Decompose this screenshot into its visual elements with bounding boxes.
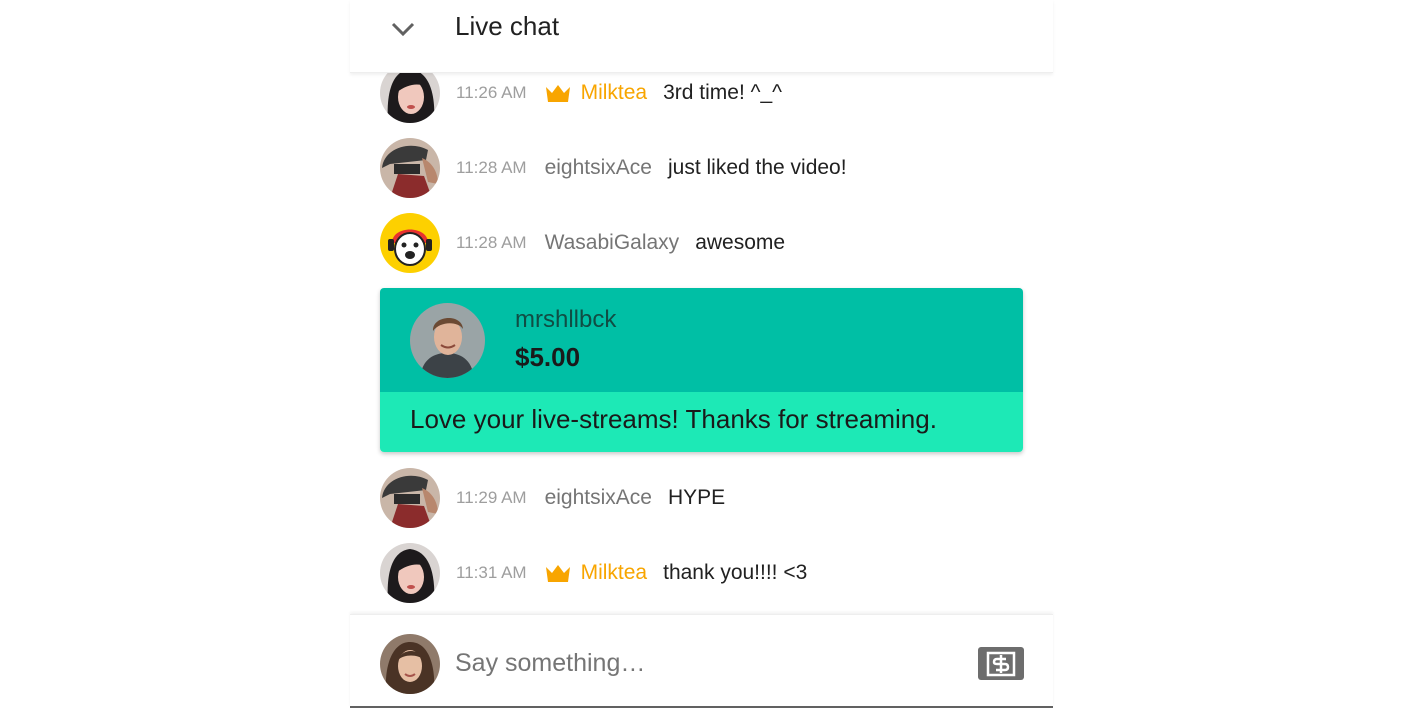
- super-chat-card[interactable]: mrshllbck $5.00 Love your live-streams! …: [380, 288, 1023, 452]
- message-author[interactable]: eightsixAce: [545, 156, 652, 180]
- collapse-button[interactable]: [386, 12, 420, 46]
- super-chat-body: Love your live-streams! Thanks for strea…: [380, 392, 1023, 452]
- message-author[interactable]: Milktea: [581, 561, 648, 585]
- message-author[interactable]: eightsixAce: [545, 486, 652, 510]
- super-chat-header: mrshllbck $5.00: [380, 288, 1023, 392]
- message-timestamp: 11:29 AM: [456, 488, 527, 507]
- message-text: HYPE: [667, 486, 726, 509]
- chevron-down-icon: [391, 22, 415, 37]
- message-timestamp: 11:28 AM: [456, 158, 527, 177]
- avatar[interactable]: [380, 543, 440, 603]
- avatar[interactable]: [410, 303, 485, 378]
- chat-message: 11:28 AM eightsixAce just liked the vide…: [380, 138, 1030, 198]
- message-text: thank you!!!! <3: [663, 561, 808, 584]
- message-timestamp: 11:31 AM: [456, 563, 527, 582]
- chat-header: Live chat: [350, 0, 1053, 73]
- message-text: just liked the video!: [667, 156, 847, 179]
- avatar[interactable]: [380, 138, 440, 198]
- chat-message-input[interactable]: [455, 643, 935, 683]
- chat-message: 11:26 AM Milktea 3rd time! ^_^: [380, 73, 1030, 123]
- avatar[interactable]: [380, 634, 440, 694]
- chat-message: 11:29 AM eightsixAce HYPE: [380, 468, 1030, 528]
- message-author[interactable]: Milktea: [581, 81, 648, 105]
- dollar-icon: [986, 651, 1016, 676]
- message-timestamp: 11:26 AM: [456, 83, 527, 102]
- avatar[interactable]: [380, 468, 440, 528]
- crown-icon: [545, 83, 571, 103]
- avatar[interactable]: [380, 73, 440, 123]
- chat-input-bar: [350, 614, 1053, 708]
- message-text: 3rd time! ^_^: [663, 81, 783, 104]
- chat-title: Live chat: [455, 11, 560, 41]
- super-chat-amount: $5.00: [515, 342, 581, 372]
- live-chat-panel: Live chat 11:26 AM Milktea 3rd time! ^_^…: [350, 0, 1053, 709]
- chat-message: 11:31 AM Milktea thank you!!!! <3: [380, 543, 1030, 603]
- super-chat-message: Love your live-streams! Thanks for strea…: [410, 404, 937, 434]
- message-timestamp: 11:28 AM: [456, 233, 527, 252]
- avatar[interactable]: [380, 213, 440, 273]
- message-text: awesome: [695, 231, 786, 254]
- bottom-divider: [350, 706, 1053, 708]
- crown-icon: [545, 563, 571, 583]
- super-chat-button[interactable]: [978, 647, 1024, 680]
- message-author[interactable]: WasabiGalaxy: [545, 231, 680, 255]
- chat-message: 11:28 AM WasabiGalaxy awesome: [380, 213, 1030, 273]
- super-chat-author[interactable]: mrshllbck: [515, 306, 616, 334]
- chat-messages[interactable]: 11:26 AM Milktea 3rd time! ^_^ 11:28 AM …: [350, 73, 1053, 614]
